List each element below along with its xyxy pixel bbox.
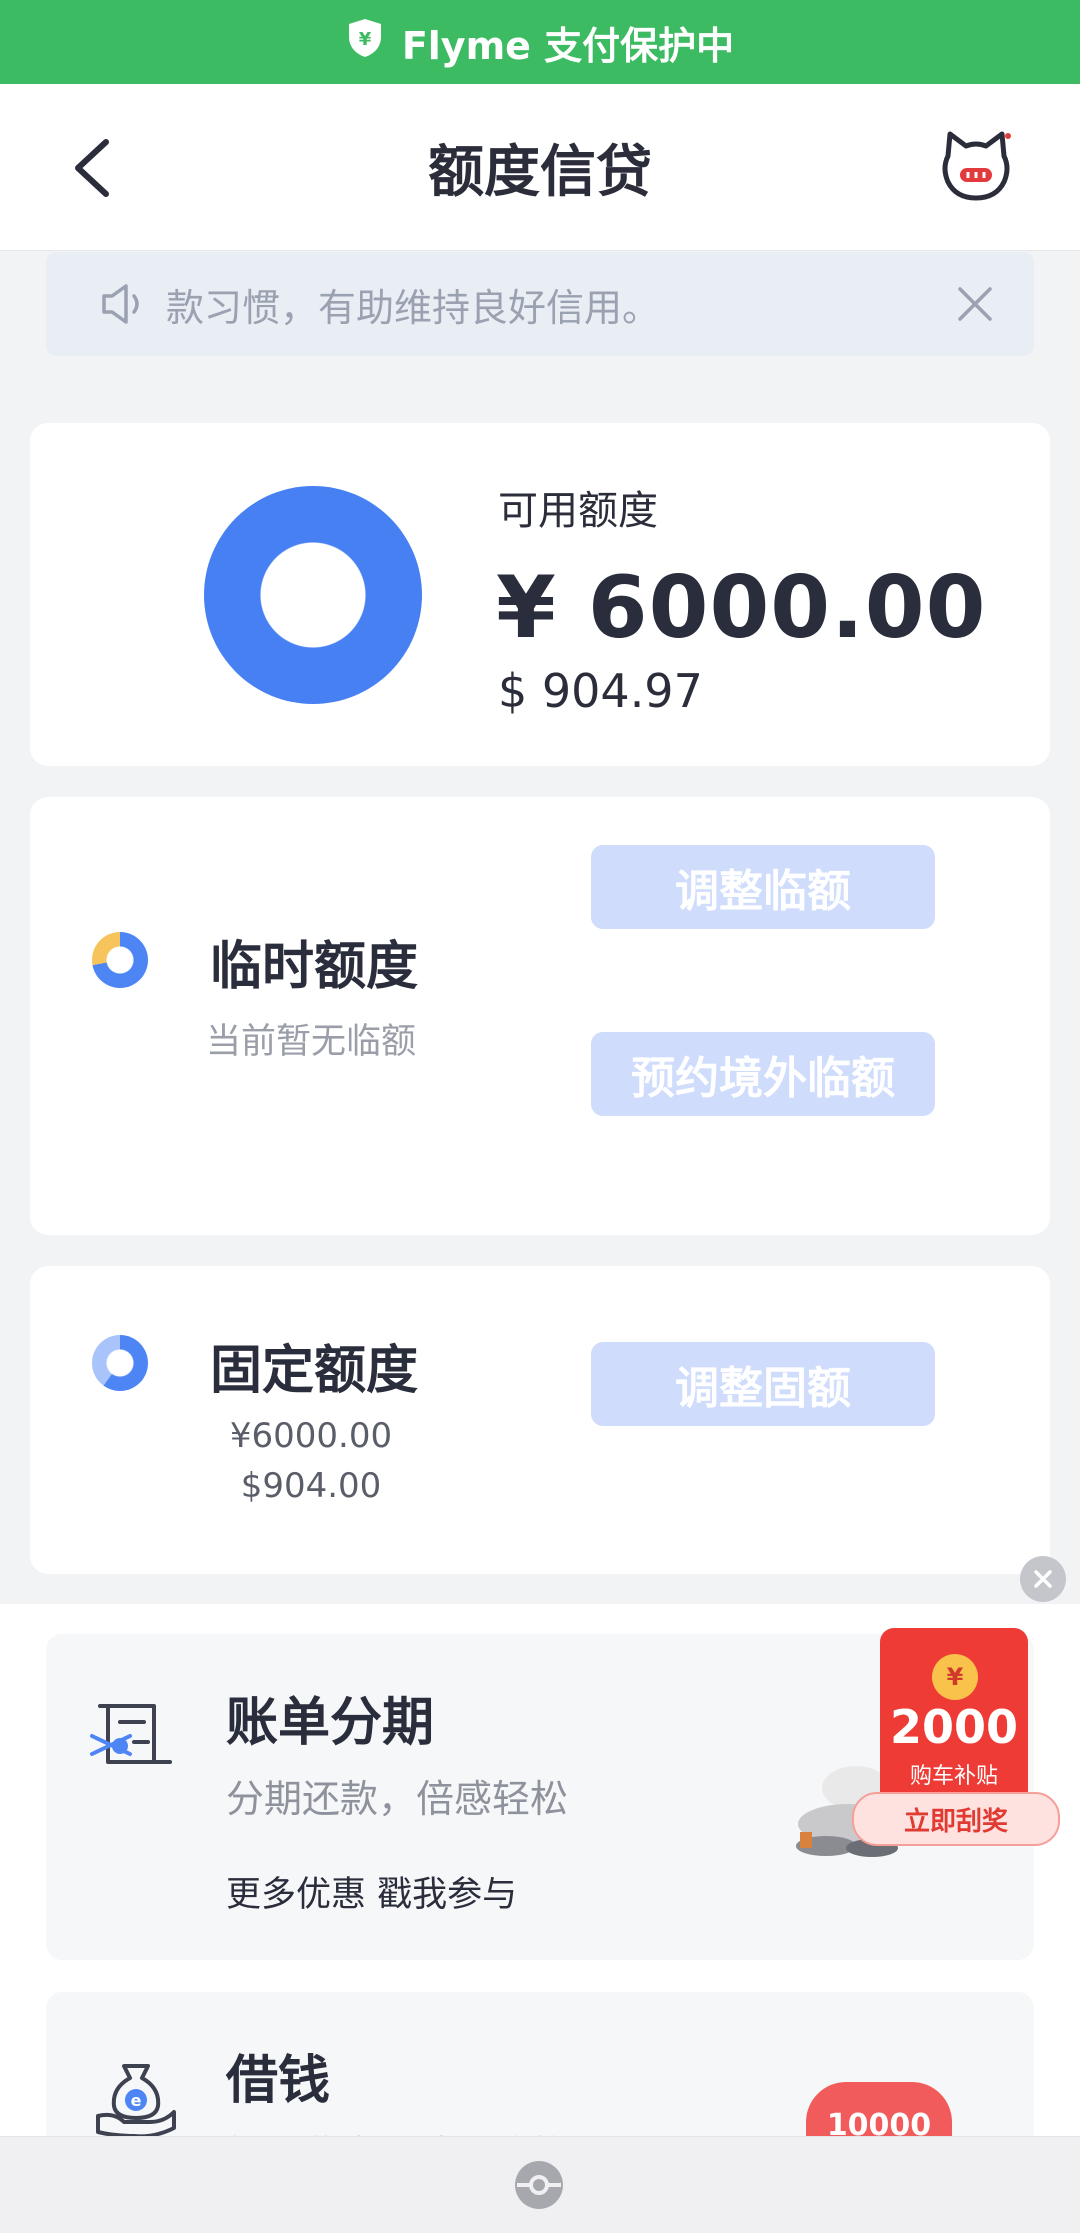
temporary-limit-title: 临时额度 [210, 937, 419, 997]
chevron-left-icon [75, 139, 109, 197]
assistant-button[interactable] [938, 128, 1014, 204]
fixed-limit-title: 固定额度 [210, 1341, 419, 1401]
bill-installment-subtitle: 分期还款，倍感轻松 [226, 1777, 569, 1821]
page-title: 额度信贷 [428, 139, 652, 205]
bill-installment-title: 账单分期 [226, 1693, 435, 1753]
banner-text: Flyme 支付保护中 [401, 23, 735, 68]
notice-bar[interactable]: 款习惯，有助维持良好信用。 [46, 252, 1034, 356]
red-packet-label: 购车补贴 [909, 1764, 998, 1789]
close-icon [1034, 1570, 1052, 1588]
credit-ring-chart [204, 486, 422, 704]
header: 额度信贷 [0, 84, 1080, 251]
bill-installment-promo-link[interactable]: 更多优惠 戳我参与 [226, 1866, 517, 1917]
close-promo-button[interactable] [1020, 1556, 1066, 1602]
yuan-coin-icon: ¥ [932, 1654, 978, 1700]
available-credit-amount: ¥ 6000.00 [496, 558, 987, 658]
cat-mascot-icon [942, 131, 1011, 201]
svg-text:¥: ¥ [359, 29, 372, 50]
money-bag-hand-icon: e [96, 2064, 176, 2139]
available-credit-usd: $ 904.97 [498, 664, 703, 718]
speaker-icon [102, 284, 139, 324]
adjust-temporary-limit-button[interactable]: 调整临额 [591, 845, 935, 929]
loan-title: 借钱 [226, 2051, 331, 2111]
fixed-limit-pie-icon [92, 1335, 148, 1391]
close-icon[interactable] [954, 283, 996, 325]
fixed-limit-cny: ¥6000.00 [229, 1416, 393, 1456]
available-credit-label: 可用额度 [498, 488, 658, 534]
red-packet-amount: 2000 [889, 1700, 1019, 1754]
fixed-limit-usd: $904.00 [240, 1466, 382, 1506]
overseas-temporary-limit-button[interactable]: 预约境外临额 [591, 1032, 935, 1116]
adjust-fixed-limit-button[interactable]: 调整固额 [591, 1342, 935, 1426]
scratch-now-button[interactable]: 立即刮奖 [852, 1792, 1060, 1846]
notice-text: 款习惯，有助维持良好信用。 [166, 285, 661, 330]
back-button[interactable] [66, 136, 126, 200]
bill-installment-icon [90, 1704, 172, 1764]
home-button-icon[interactable] [512, 2158, 566, 2212]
payment-protection-banner: ¥ Flyme 支付保护中 [0, 0, 1080, 84]
svg-text:e: e [131, 2091, 142, 2110]
shield-yuan-icon: ¥ [346, 18, 384, 67]
temporary-limit-subtitle: 当前暂无临额 [206, 1022, 417, 1062]
temporary-limit-pie-icon [92, 932, 148, 988]
